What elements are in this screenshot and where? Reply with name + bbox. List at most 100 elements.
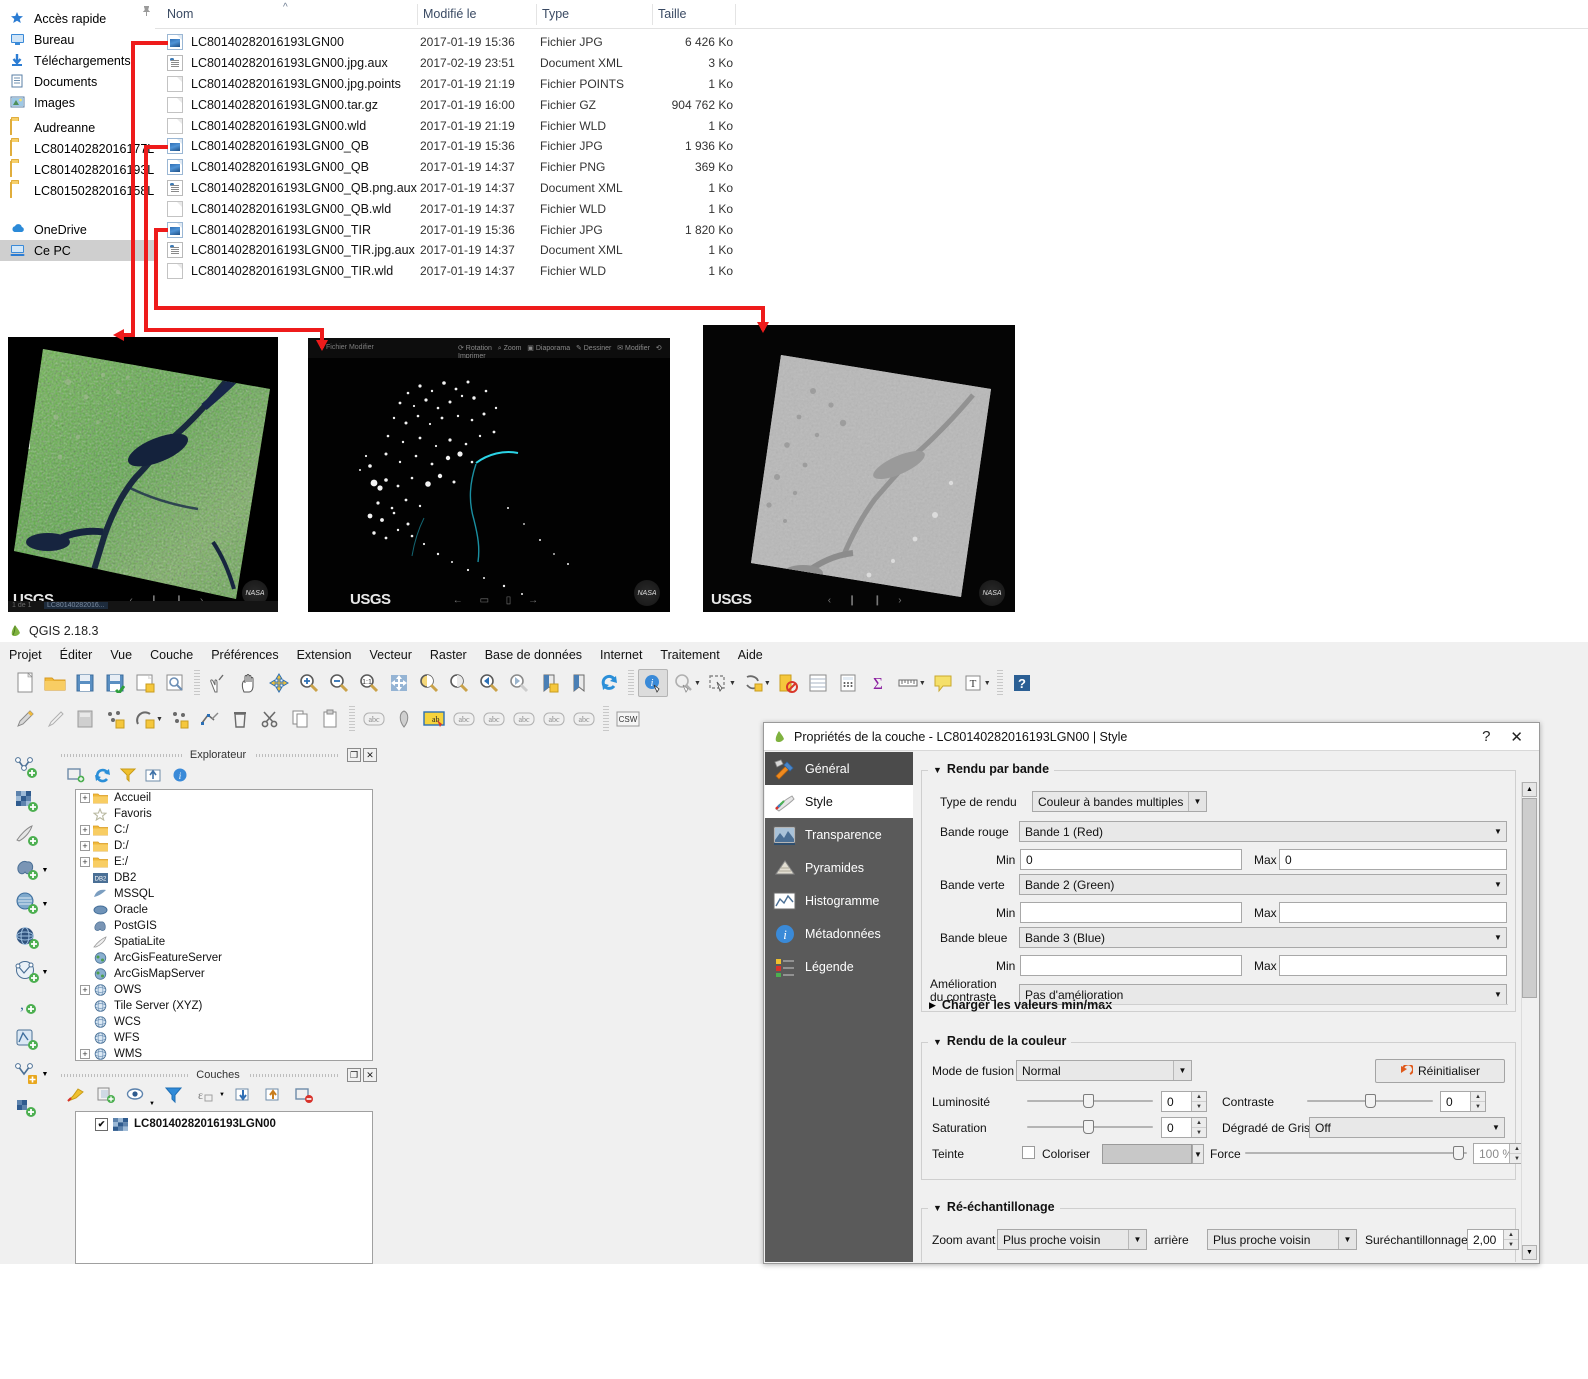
zoom-out-select[interactable]: Plus proche voisin ▼ xyxy=(1207,1229,1357,1250)
help-button[interactable]: ? xyxy=(1482,728,1490,745)
layer-tree-item[interactable]: ✔ LC80140282016193LGN00 xyxy=(76,1115,372,1133)
nav-item-lc80140282016177l[interactable]: LC80140282016177L xyxy=(0,138,155,159)
reset-button[interactable]: Réinitialiser xyxy=(1375,1059,1505,1083)
scrollbar-thumb[interactable] xyxy=(1522,798,1537,998)
style-manager-icon[interactable] xyxy=(65,1085,87,1105)
brightness-slider[interactable] xyxy=(1027,1093,1153,1109)
dialog-nav-histogramme[interactable]: Histogramme xyxy=(765,884,913,917)
colorize-color-button[interactable] xyxy=(1102,1144,1192,1164)
nav-item-onedrive[interactable]: OneDrive xyxy=(0,219,155,240)
file-row[interactable]: LC80140282016193LGN00_QB 2017-01-19 15:36… xyxy=(155,136,1588,157)
collapse-all-icon[interactable] xyxy=(263,1085,285,1105)
nav-item-lc80150282016158l[interactable]: LC80150282016158L xyxy=(0,180,155,201)
zoom-in-icon[interactable] xyxy=(294,669,324,697)
red-max-input[interactable]: 0 xyxy=(1279,849,1507,870)
add-wfs-layer-icon[interactable] xyxy=(8,955,48,989)
resampling-header[interactable]: ▼ Ré-échantillonage xyxy=(928,1200,1060,1214)
browser-tree-item[interactable]: + E:/ xyxy=(76,854,372,870)
pin-labels-icon[interactable]: ab xyxy=(419,705,449,733)
new-text-annotation-icon[interactable]: T xyxy=(958,669,988,697)
qgis-layer-tools-toolbar[interactable]: ▼ ▼ ▼, ▼ xyxy=(0,745,56,1264)
cut-features-icon[interactable] xyxy=(255,705,285,733)
add-feature-icon[interactable] xyxy=(100,705,130,733)
expand-toggle-icon[interactable]: + xyxy=(80,1049,90,1059)
add-postgis-layer-icon[interactable] xyxy=(8,853,48,887)
stepper-icon[interactable]: ▲ ▼ xyxy=(1503,1230,1518,1249)
remove-layer-icon[interactable] xyxy=(293,1085,315,1105)
add-delimited-text-icon[interactable]: , xyxy=(8,989,48,1023)
select-features-icon[interactable] xyxy=(703,669,733,697)
rotate-label-icon[interactable]: abc xyxy=(509,705,539,733)
menu-item-projet[interactable]: Projet xyxy=(0,646,51,664)
contrast-value-input[interactable]: 0 ▲ ▼ xyxy=(1440,1091,1486,1112)
pencil-icon[interactable] xyxy=(40,705,70,733)
render-type-select[interactable]: Couleur à bandes multiples ▼ xyxy=(1032,791,1207,812)
zoom-out-icon[interactable] xyxy=(324,669,354,697)
green-band-select[interactable]: Bande 2 (Green) ▼ xyxy=(1019,874,1507,895)
preview-player-controls[interactable]: ← ▭ ▯ → xyxy=(453,595,545,606)
browser-tree-item[interactable]: PostGIS xyxy=(76,918,372,934)
red-band-select[interactable]: Bande 1 (Red) ▼ xyxy=(1019,821,1507,842)
dialog-nav-g-n-ral[interactable]: Général xyxy=(765,752,913,785)
saturation-value-input[interactable]: 0 ▲ ▼ xyxy=(1161,1117,1207,1138)
add-circular-string-icon[interactable] xyxy=(130,705,160,733)
browser-tree-item[interactable]: + Accueil xyxy=(76,790,372,806)
grayscale-select[interactable]: Off ▼ xyxy=(1309,1117,1505,1138)
preview-toolbar[interactable]: Fichier Modifier ⟳ Rotation ⌕ Zoom ▣ Dia… xyxy=(308,338,670,360)
browser-tree-item[interactable]: + WMS xyxy=(76,1046,372,1060)
add-spatialite-layer-icon[interactable] xyxy=(8,819,48,853)
explorer-navigation-pane[interactable]: Accès rapide Bureau Téléchargements Documen… xyxy=(0,0,155,318)
menu-item-couche[interactable]: Couche xyxy=(141,646,202,664)
zoom-to-layer-icon[interactable] xyxy=(414,669,444,697)
add-part-icon[interactable] xyxy=(165,705,195,733)
color-rendering-header[interactable]: ▼ Rendu de la couleur xyxy=(928,1034,1072,1048)
blend-mode-select[interactable]: Normal ▼ xyxy=(1016,1060,1192,1081)
close-button[interactable]: ✕ xyxy=(1510,728,1523,746)
zoom-full-icon[interactable] xyxy=(384,669,414,697)
file-row[interactable]: LC80140282016193LGN00_TIR.wld 2017-01-19 … xyxy=(155,261,1588,282)
save-project-icon[interactable] xyxy=(70,669,100,697)
menu-item-vecteur[interactable]: Vecteur xyxy=(361,646,421,664)
deselect-icon[interactable] xyxy=(738,669,768,697)
qgis-toolbar-row-1[interactable]: 1:1 i ▼ ▼ ▼ Σ ▼ T ▼? xyxy=(0,666,1588,700)
column-header-taille[interactable]: Taille xyxy=(658,7,687,21)
red-min-input[interactable]: 0 xyxy=(1020,849,1242,870)
browser-tree[interactable]: + Accueil Favoris + C:/ + D:/ + E:/ DB2 DB2 MSSQL Or… xyxy=(75,789,373,1061)
togg-editing-icon[interactable] xyxy=(10,705,40,733)
brightness-value-input[interactable]: 0 ▲ ▼ xyxy=(1161,1091,1207,1112)
copy-features-icon[interactable] xyxy=(285,705,315,733)
blue-max-input[interactable] xyxy=(1279,955,1507,976)
stepper-icon[interactable]: ▲ ▼ xyxy=(1470,1092,1485,1111)
browser-panel-float-button[interactable]: ❐ xyxy=(347,748,361,762)
label-icon[interactable]: abc xyxy=(359,705,389,733)
file-row[interactable]: LC80140282016193LGN00_QB.png.aux 2017-01-… xyxy=(155,178,1588,199)
layers-tree[interactable]: ✔ LC80140282016193LGN00 xyxy=(75,1111,373,1264)
column-divider[interactable] xyxy=(652,4,653,25)
expression-filter-icon[interactable]: ε xyxy=(193,1085,215,1105)
add-mssql-layer-icon[interactable] xyxy=(8,887,48,921)
dialog-nav-m-tadonn-es[interactable]: i Métadonnées xyxy=(765,917,913,950)
stepper-icon[interactable]: ▲ ▼ xyxy=(1191,1092,1206,1111)
touch-zoom-icon[interactable] xyxy=(204,669,234,697)
help-icon[interactable]: ? xyxy=(1007,669,1037,697)
new-bookmark-icon[interactable] xyxy=(534,669,564,697)
blue-band-select[interactable]: Bande 3 (Blue) ▼ xyxy=(1019,927,1507,948)
attribute-table-icon[interactable] xyxy=(803,669,833,697)
browser-tree-item[interactable]: Oracle xyxy=(76,902,372,918)
label-properties-icon[interactable]: abc xyxy=(569,705,599,733)
dialog-scrollbar[interactable]: ▲ ▼ xyxy=(1521,782,1537,1260)
menu-item-traitement[interactable]: Traitement xyxy=(651,646,728,664)
layer-visibility-checkbox[interactable]: ✔ xyxy=(95,1117,108,1131)
node-tool-icon[interactable] xyxy=(195,705,225,733)
chevron-down-icon[interactable]: ▼ xyxy=(149,1101,155,1107)
nav-item-audreanne[interactable]: Audreanne xyxy=(0,117,155,138)
layers-panel-float-button[interactable]: ❐ xyxy=(347,1068,361,1082)
pan-to-selection-icon[interactable] xyxy=(264,669,294,697)
file-row[interactable]: LC80140282016193LGN00_QB.wld 2017-01-19 1… xyxy=(155,198,1588,219)
column-header-modifie[interactable]: Modifié le xyxy=(423,7,477,21)
landsat-natural-color-preview[interactable]: USGS ‹ ❙ ❙ › NASA 1 de 1 LC80140282016..… xyxy=(8,337,278,612)
add-vector-tile-icon[interactable] xyxy=(8,1023,48,1057)
nav-item-ce-pc[interactable]: Ce PC xyxy=(0,240,155,261)
nav-item-bureau[interactable]: Bureau xyxy=(0,6,155,50)
file-row[interactable]: LC80140282016193LGN00.tar.gz 2017-01-19 1… xyxy=(155,94,1588,115)
